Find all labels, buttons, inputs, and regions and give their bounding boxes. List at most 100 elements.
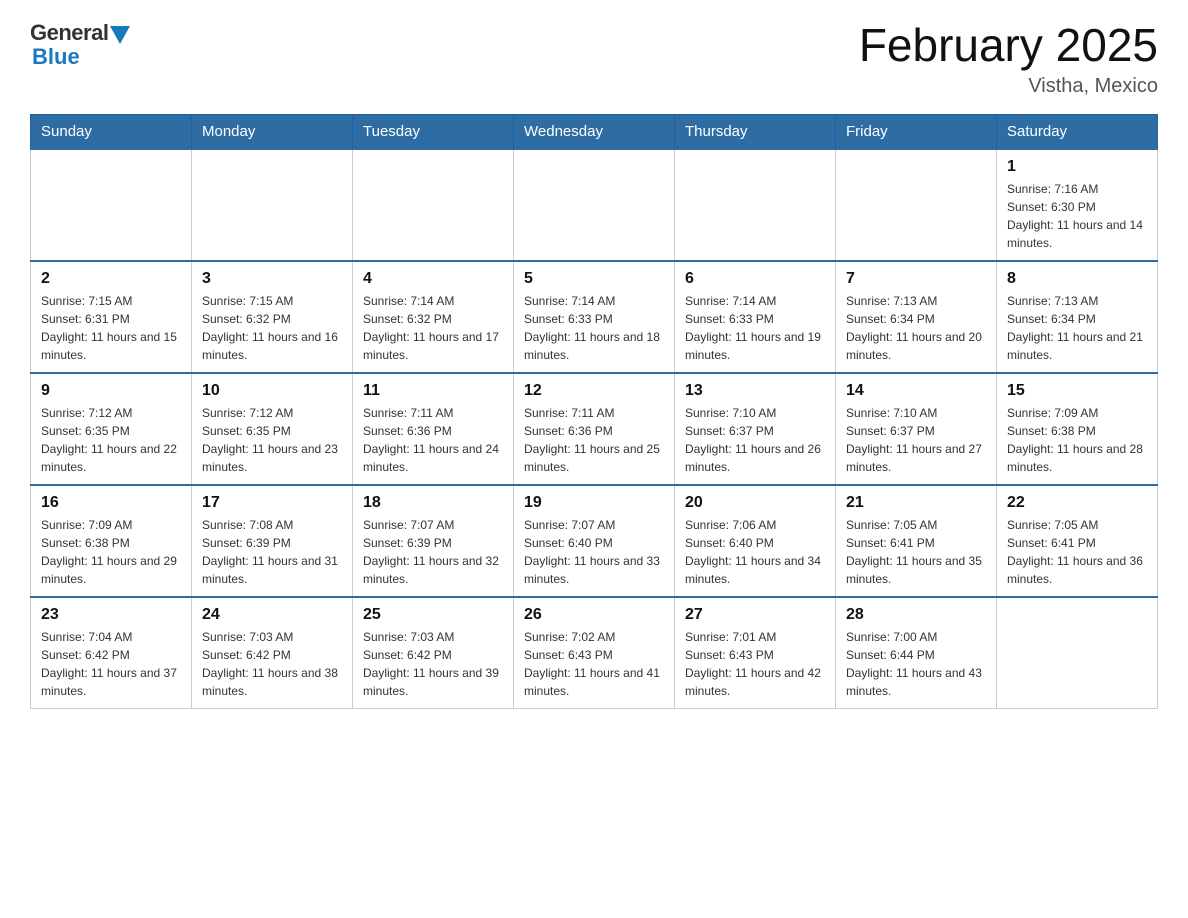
day-info: Sunrise: 7:12 AM Sunset: 6:35 PM Daylight:… bbox=[41, 404, 181, 476]
calendar-day-cell: 2Sunrise: 7:15 AMSunset: 6:31 PMDaylight… bbox=[31, 261, 192, 373]
day-number: 9 bbox=[41, 382, 181, 400]
day-info-line: Sunset: 6:43 PM bbox=[685, 648, 774, 662]
day-of-week-header: Monday bbox=[192, 114, 353, 149]
calendar-day-cell: 23 Sunrise: 7:04 AMSunset: 6:42 PMDayligh… bbox=[31, 597, 192, 709]
day-info-line: Daylight: 11 hours and 24 minutes. bbox=[363, 442, 499, 474]
calendar-day-cell bbox=[514, 149, 675, 261]
day-info-line: Sunrise: 7:08 AM bbox=[202, 518, 293, 532]
day-info-line: Sunset: 6:35 PM bbox=[41, 424, 130, 438]
day-info-line: Sunrise: 7:13 AM bbox=[1007, 294, 1098, 308]
day-info: Sunrise: 7:11 AMSunset: 6:36 PMDaylight:… bbox=[363, 404, 503, 476]
day-info: Sunrise: 7:00 AM Sunset: 6:44 PM Daylight:… bbox=[846, 628, 986, 700]
day-info-line: Sunrise: 7:12 AM bbox=[41, 406, 132, 420]
day-info-line: Sunrise: 7:05 AM bbox=[846, 518, 937, 532]
day-number: 3 bbox=[202, 270, 342, 288]
day-info-line: Sunset: 6:39 PM bbox=[202, 536, 291, 550]
title-block: February 2025 Vistha, Mexico bbox=[859, 20, 1158, 98]
day-info-line: Sunrise: 7:04 AM bbox=[41, 630, 132, 644]
day-info-line: Daylight: 11 hours and 22 minutes. bbox=[41, 442, 177, 474]
calendar-day-cell: 13Sunrise: 7:10 AMSunset: 6:37 PMDayligh… bbox=[675, 373, 836, 485]
calendar-table: SundayMondayTuesdayWednesdayThursdayFrid… bbox=[30, 114, 1158, 709]
logo-general-text: General bbox=[30, 20, 108, 46]
day-info-line: Sunrise: 7:00 AM bbox=[846, 630, 937, 644]
day-info-line: Sunset: 6:38 PM bbox=[41, 536, 130, 550]
day-info-line: Sunset: 6:32 PM bbox=[202, 312, 291, 326]
day-of-week-header: Friday bbox=[836, 114, 997, 149]
day-info-line: Daylight: 11 hours and 17 minutes. bbox=[363, 330, 499, 362]
day-number: 8 bbox=[1007, 270, 1147, 288]
day-info-line: Daylight: 11 hours and 27 minutes. bbox=[846, 442, 982, 474]
day-info-line: Sunset: 6:35 PM bbox=[202, 424, 291, 438]
day-info-line: Daylight: 11 hours and 42 minutes. bbox=[685, 666, 821, 698]
calendar-day-cell: 20Sunrise: 7:06 AMSunset: 6:40 PMDayligh… bbox=[675, 485, 836, 597]
day-info-line: Sunrise: 7:15 AM bbox=[41, 294, 132, 308]
calendar-week-row: 2Sunrise: 7:15 AMSunset: 6:31 PMDaylight… bbox=[31, 261, 1158, 373]
day-info: Sunrise: 7:08 AMSunset: 6:39 PMDaylight:… bbox=[202, 516, 342, 588]
day-info-line: Daylight: 11 hours and 43 minutes. bbox=[846, 666, 982, 698]
day-info: Sunrise: 7:13 AMSunset: 6:34 PMDaylight:… bbox=[1007, 292, 1147, 364]
day-info-line: Sunset: 6:32 PM bbox=[363, 312, 452, 326]
day-info-line: Daylight: 11 hours and 28 minutes. bbox=[1007, 442, 1143, 474]
day-number: 26 bbox=[524, 606, 664, 624]
calendar-day-cell: 11Sunrise: 7:11 AMSunset: 6:36 PMDayligh… bbox=[353, 373, 514, 485]
calendar-day-cell: 26 Sunrise: 7:02 AM Sunset: 6:43 PM Dayligh… bbox=[514, 597, 675, 709]
day-info: Sunrise: 7:14 AMSunset: 6:33 PMDaylight:… bbox=[685, 292, 825, 364]
calendar-day-cell: 8 Sunrise: 7:13 AMSunset: 6:34 PMDaylight… bbox=[997, 261, 1158, 373]
day-info: Sunrise: 7:15 AMSunset: 6:31 PMDaylight:… bbox=[41, 292, 181, 364]
calendar-day-cell: 15Sunrise: 7:09 AMSunset: 6:38 PMDayligh… bbox=[997, 373, 1158, 485]
calendar-header-row: SundayMondayTuesdayWednesdayThursdayFrid… bbox=[31, 114, 1158, 149]
day-info-line: Sunrise: 7:14 AM bbox=[363, 294, 454, 308]
day-info-line: Sunset: 6:36 PM bbox=[524, 424, 613, 438]
day-info-line: Daylight: 11 hours and 36 minutes. bbox=[1007, 554, 1143, 586]
calendar-day-cell: 17Sunrise: 7:08 AMSunset: 6:39 PMDayligh… bbox=[192, 485, 353, 597]
day-info-line: Sunset: 6:31 PM bbox=[41, 312, 130, 326]
calendar-day-cell: 19Sunrise: 7:07 AMSunset: 6:40 PMDayligh… bbox=[514, 485, 675, 597]
calendar-day-cell: 28Sunrise: 7:00 AMSunset: 6:44 PMDayligh… bbox=[836, 597, 997, 709]
day-info-line: Sunrise: 7:07 AM bbox=[363, 518, 454, 532]
day-info-line: Sunrise: 7:02 AM bbox=[524, 630, 615, 644]
day-info-line: Daylight: 11 hours and 19 minutes. bbox=[685, 330, 821, 362]
day-number: 1 bbox=[1007, 158, 1147, 176]
day-info-line: Daylight: 11 hours and 32 minutes. bbox=[363, 554, 499, 586]
day-info-line: Daylight: 11 hours and 41 minutes. bbox=[524, 666, 660, 698]
day-info: Sunrise: 7:12 AMSunset: 6:35 PMDaylight:… bbox=[202, 404, 342, 476]
day-info-line: Sunset: 6:34 PM bbox=[846, 312, 935, 326]
day-info-line: Sunset: 6:41 PM bbox=[1007, 536, 1096, 550]
day-info-line: Sunrise: 7:09 AM bbox=[41, 518, 132, 532]
day-number: 5 bbox=[524, 270, 664, 288]
day-of-week-header: Sunday bbox=[31, 114, 192, 149]
calendar-day-cell: 3Sunrise: 7:15 AMSunset: 6:32 PMDaylight… bbox=[192, 261, 353, 373]
day-info-line: Daylight: 11 hours and 14 minutes. bbox=[1007, 218, 1143, 250]
day-of-week-header: Tuesday bbox=[353, 114, 514, 149]
day-info: Sunrise: 7:10 AMSunset: 6:37 PMDaylight:… bbox=[846, 404, 986, 476]
calendar-day-cell bbox=[192, 149, 353, 261]
day-number: 23 bbox=[41, 606, 181, 624]
day-info: Sunrise: 7:04 AMSunset: 6:42 PMDaylight:… bbox=[41, 628, 181, 700]
calendar-day-cell: 25Sunrise: 7:03 AMSunset: 6:42 PMDayligh… bbox=[353, 597, 514, 709]
location-title: Vistha, Mexico bbox=[859, 75, 1158, 98]
day-info-line: Sunset: 6:40 PM bbox=[685, 536, 774, 550]
calendar-day-cell: 6Sunrise: 7:14 AMSunset: 6:33 PMDaylight… bbox=[675, 261, 836, 373]
day-info-line: Sunrise: 7:12 AM bbox=[202, 406, 293, 420]
day-info: Sunrise: 7:14 AMSunset: 6:33 PMDaylight:… bbox=[524, 292, 664, 364]
calendar-week-row: 1Sunrise: 7:16 AMSunset: 6:30 PMDaylight… bbox=[31, 149, 1158, 261]
day-number: 27 bbox=[685, 606, 825, 624]
logo-blue-text: Blue bbox=[30, 44, 80, 70]
calendar-week-row: 23 Sunrise: 7:04 AMSunset: 6:42 PMDayligh… bbox=[31, 597, 1158, 709]
calendar-day-cell: 21Sunrise: 7:05 AMSunset: 6:41 PMDayligh… bbox=[836, 485, 997, 597]
month-title: February 2025 bbox=[859, 20, 1158, 71]
day-info: Sunrise: 7:01 AM Sunset: 6:43 PM Daylight:… bbox=[685, 628, 825, 700]
day-info-line: Sunset: 6:43 PM bbox=[524, 648, 613, 662]
day-of-week-header: Wednesday bbox=[514, 114, 675, 149]
calendar-day-cell: 10Sunrise: 7:12 AMSunset: 6:35 PMDayligh… bbox=[192, 373, 353, 485]
day-info-line: Sunrise: 7:16 AM bbox=[1007, 182, 1098, 196]
day-info-line: Sunrise: 7:11 AM bbox=[524, 406, 615, 420]
day-info-line: Sunset: 6:44 PM bbox=[846, 648, 935, 662]
day-number: 21 bbox=[846, 494, 986, 512]
day-info-line: Daylight: 11 hours and 21 minutes. bbox=[1007, 330, 1143, 362]
calendar-day-cell: 1Sunrise: 7:16 AMSunset: 6:30 PMDaylight… bbox=[997, 149, 1158, 261]
day-info-line: Sunrise: 7:01 AM bbox=[685, 630, 776, 644]
calendar-day-cell: 22Sunrise: 7:05 AMSunset: 6:41 PMDayligh… bbox=[997, 485, 1158, 597]
day-number: 10 bbox=[202, 382, 342, 400]
day-info-line: Daylight: 11 hours and 37 minutes. bbox=[41, 666, 177, 698]
